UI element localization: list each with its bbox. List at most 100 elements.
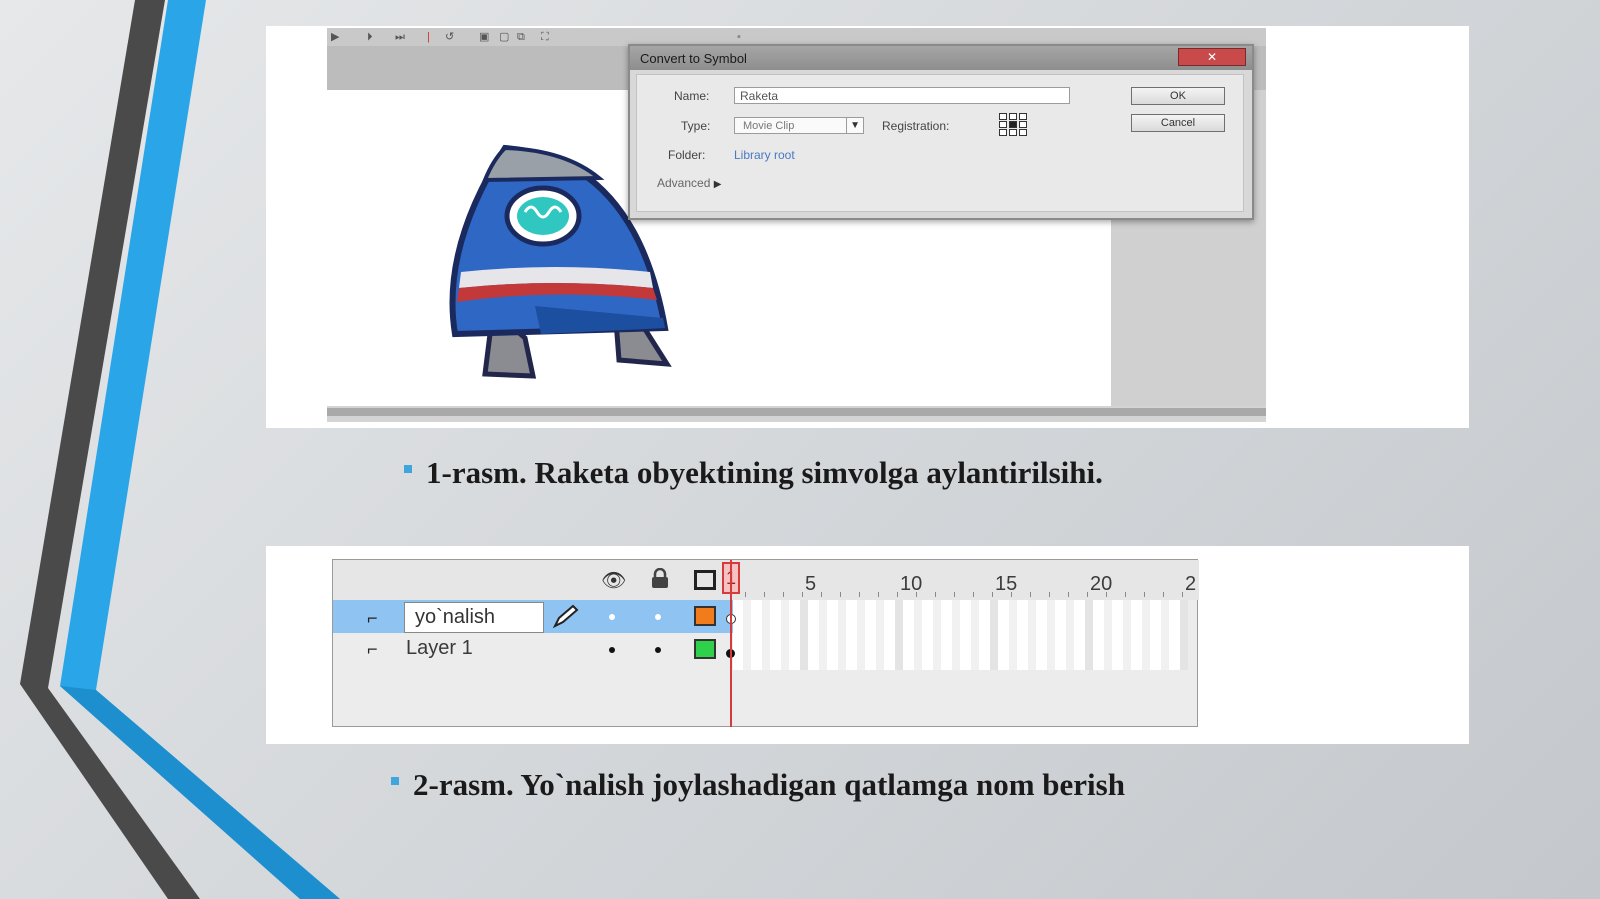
ruler-tick xyxy=(783,592,784,597)
layer-name: Layer 1 xyxy=(406,637,473,659)
ruler-tick xyxy=(745,592,746,597)
frame-grid[interactable] xyxy=(733,600,1188,670)
ruler-tick xyxy=(859,592,860,597)
frame-column[interactable] xyxy=(1142,600,1150,670)
frame-column[interactable] xyxy=(952,600,960,670)
timeline-panel: 👁 1 5 10 15 20 2 ⌐ yo`nalish xyxy=(332,559,1199,727)
visibility-dot[interactable] xyxy=(609,647,615,653)
convert-to-symbol-dialog: Convert to Symbol ✕ Name: Raketa Type: M… xyxy=(628,44,1254,220)
ruler-tick xyxy=(973,592,974,597)
name-label: Name: xyxy=(674,89,710,103)
layer-color-swatch[interactable] xyxy=(694,639,716,659)
advanced-toggle[interactable]: Advanced ▶ xyxy=(657,176,721,190)
outline-icon[interactable] xyxy=(694,570,716,590)
playhead[interactable] xyxy=(730,560,732,727)
frame-column[interactable] xyxy=(895,600,903,670)
frame-column[interactable] xyxy=(1009,600,1017,670)
layer-color-swatch[interactable] xyxy=(694,606,716,626)
frame-column[interactable] xyxy=(838,600,846,670)
symbol-type-select[interactable]: Movie Clip ▼ xyxy=(734,117,864,134)
type-label: Type: xyxy=(681,119,711,133)
layer-row-layer1[interactable]: ⌐ Layer 1 xyxy=(333,633,733,666)
chevron-down-icon: ▼ xyxy=(846,118,860,134)
lock-icon[interactable] xyxy=(649,568,671,590)
layer-name-input[interactable]: yo`nalish xyxy=(404,602,544,633)
ruler-tick xyxy=(1049,592,1050,597)
frame-column[interactable] xyxy=(1028,600,1036,670)
ruler-tick xyxy=(1030,592,1031,597)
close-button[interactable]: ✕ xyxy=(1178,48,1246,66)
layer-icon: ⌐ xyxy=(367,639,378,659)
frame-column[interactable] xyxy=(743,600,751,670)
layer-row-yonalish[interactable]: ⌐ yo`nalish xyxy=(333,600,733,633)
cancel-button[interactable]: Cancel xyxy=(1131,114,1225,132)
last-frame-icon[interactable]: ⏭ xyxy=(395,32,405,43)
screenshot-convert-to-symbol: ▶ ⏵ ⏭ | ↺ ▣ ▢ ⧉ ⛶ ▪ Convert to Symbol ✕ … xyxy=(266,26,1469,428)
frame-column[interactable] xyxy=(1123,600,1131,670)
frame-column[interactable] xyxy=(990,600,998,670)
eye-icon[interactable]: 👁 xyxy=(601,568,626,593)
ruler-tick xyxy=(821,592,822,597)
lock-dot[interactable] xyxy=(655,647,661,653)
frame-column[interactable] xyxy=(971,600,979,670)
ruler-tick xyxy=(954,592,955,597)
horizontal-scrollbar[interactable] xyxy=(327,408,1266,416)
timeline-header: 👁 1 5 10 15 20 2 xyxy=(333,560,1199,600)
frame-column[interactable] xyxy=(876,600,884,670)
flash-workspace: ▶ ⏵ ⏭ | ↺ ▣ ▢ ⧉ ⛶ ▪ Convert to Symbol ✕ … xyxy=(327,28,1266,422)
ok-button[interactable]: OK xyxy=(1131,87,1225,105)
advanced-label: Advanced xyxy=(657,176,711,190)
frame-column[interactable] xyxy=(1180,600,1188,670)
onion-skin-icon[interactable]: ▣ xyxy=(479,32,489,43)
onion-outline-icon[interactable]: ▢ xyxy=(499,32,509,43)
ruler-tick xyxy=(1011,592,1012,597)
lock-dot[interactable] xyxy=(655,614,661,620)
edit-multiple-icon[interactable]: ⧉ xyxy=(517,32,525,43)
frame-column[interactable] xyxy=(914,600,922,670)
symbol-name-input[interactable]: Raketa xyxy=(734,87,1070,104)
ruler-tick xyxy=(1125,592,1126,597)
step-forward-icon[interactable]: ⏵ xyxy=(367,32,373,43)
triangle-right-icon: ▶ xyxy=(713,179,722,190)
frame-column[interactable] xyxy=(1066,600,1074,670)
ruler-frame-5: 5 xyxy=(805,573,817,595)
loop-icon[interactable]: ↺ xyxy=(445,32,454,43)
pencil-icon xyxy=(552,604,579,629)
registration-grid[interactable] xyxy=(999,113,1029,137)
dialog-titlebar[interactable]: Convert to Symbol ✕ xyxy=(630,46,1252,70)
ruler-frame-25: 2 xyxy=(1185,573,1197,595)
caption-bullet xyxy=(404,465,412,473)
ruler-tick xyxy=(992,592,993,597)
ruler-tick xyxy=(1106,592,1107,597)
ruler-frame-15: 15 xyxy=(995,573,1018,595)
ruler-tick xyxy=(802,592,803,597)
symbol-type-value: Movie Clip xyxy=(743,120,795,132)
frame-column[interactable] xyxy=(1085,600,1093,670)
frame-column[interactable] xyxy=(1104,600,1112,670)
ruler-tick xyxy=(878,592,879,597)
frame-column[interactable] xyxy=(781,600,789,670)
screenshot-timeline: 👁 1 5 10 15 20 2 ⌐ yo`nalish xyxy=(266,546,1469,744)
ruler-tick xyxy=(916,592,917,597)
layer-icon: ⌐ xyxy=(367,608,378,628)
frame-column[interactable] xyxy=(1047,600,1055,670)
playhead-marker-icon[interactable]: | xyxy=(427,32,430,43)
scroll-icon[interactable]: ▪ xyxy=(737,32,741,43)
folder-label: Folder: xyxy=(668,148,706,162)
visibility-dot[interactable] xyxy=(609,614,615,620)
registration-label: Registration: xyxy=(882,119,950,133)
ruler-frame-10: 10 xyxy=(900,573,923,595)
play-icon[interactable]: ▶ xyxy=(331,32,339,43)
folder-link[interactable]: Library root xyxy=(734,148,795,162)
figure1-caption: 1-rasm. Raketa obyektining simvolga ayla… xyxy=(426,455,1103,490)
frame-column[interactable] xyxy=(800,600,808,670)
modify-markers-icon[interactable]: ⛶ xyxy=(541,32,549,43)
frame-column[interactable] xyxy=(1161,600,1169,670)
frame-column[interactable] xyxy=(819,600,827,670)
frame-column[interactable] xyxy=(933,600,941,670)
frame-column[interactable] xyxy=(762,600,770,670)
ruler-tick xyxy=(1087,592,1088,597)
ruler-tick xyxy=(897,592,898,597)
frame-column[interactable] xyxy=(857,600,865,670)
dialog-title: Convert to Symbol xyxy=(640,51,747,66)
